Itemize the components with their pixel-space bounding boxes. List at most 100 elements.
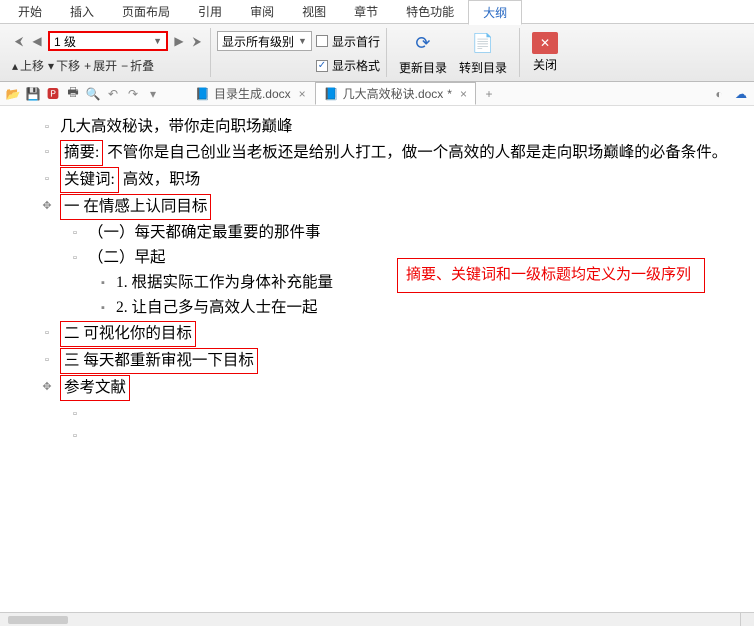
demote-icon[interactable]: ▶ xyxy=(172,34,186,48)
highlighted-heading: 二 可视化你的目标 xyxy=(60,321,196,347)
menu-outline[interactable]: 大纲 xyxy=(468,0,522,25)
chevron-down-icon: ▼ xyxy=(298,36,307,46)
outline-text: 摘要: 不管你是自己创业当老板还是给别人打工，做一个高效的人都是走向职场巅峰的必… xyxy=(60,140,744,166)
outline-symbol-icon: ▪ xyxy=(98,275,108,292)
menu-pagelayout[interactable]: 页面布局 xyxy=(108,0,184,23)
menu-insert[interactable]: 插入 xyxy=(56,0,108,23)
update-toc-button[interactable]: ⟳ 更新目录 xyxy=(393,29,453,76)
outline-row[interactable]: ▫关键词: 高效，职场 xyxy=(42,167,744,193)
open-icon[interactable]: 📂 xyxy=(6,87,20,101)
highlighted-heading: 参考文献 xyxy=(60,375,130,401)
promote-icon[interactable]: ◀ xyxy=(30,34,44,48)
menu-chapter[interactable]: 章节 xyxy=(340,0,392,23)
show-format-label: 显示格式 xyxy=(332,57,380,74)
outline-symbol-icon: ▫ xyxy=(70,428,80,445)
quick-access-toolbar: 📂 💾 🅿 🖶 🔍 ↶ ↷ ▾ 📘 目录生成.docx × 📘 几大高效秘诀.d… xyxy=(0,82,754,106)
show-level-select[interactable]: 显示所有级别▼ xyxy=(217,31,312,51)
outline-text: 二 可视化你的目标 xyxy=(60,321,744,347)
outline-row[interactable]: ▪ 2. 让自己多与高效人士在一起 xyxy=(98,296,744,320)
outline-text: 参考文献 xyxy=(60,375,744,401)
print-preview-icon[interactable]: 🔍 xyxy=(86,87,100,101)
tab-doc-2[interactable]: 📘 几大高效秘诀.docx * × xyxy=(315,82,476,105)
outline-symbol-icon: ✥ xyxy=(42,379,52,396)
menu-start[interactable]: 开始 xyxy=(4,0,56,23)
outline-symbol-icon: ▫ xyxy=(42,119,52,136)
highlighted-heading: 三 每天都重新审视一下目标 xyxy=(60,348,258,374)
outline-row[interactable]: ▫ 三 每天都重新审视一下目标 xyxy=(42,348,744,374)
show-firstline-label: 显示首行 xyxy=(332,33,380,50)
highlighted-label: 摘要: xyxy=(60,140,103,166)
ribbon-group-level: ⮜ ◀ 1 级 ▼ ▶ ⮞ ▴上移 ▾下移 +展开 −折叠 xyxy=(6,28,211,77)
horizontal-scroll-thumb[interactable] xyxy=(8,616,68,624)
tab-doc-1[interactable]: 📘 目录生成.docx × xyxy=(186,82,315,105)
status-bar xyxy=(0,612,754,626)
outline-row[interactable]: ▫ 二 可视化你的目标 xyxy=(42,321,744,347)
outline-row[interactable]: ✥ 参考文献 xyxy=(42,375,744,401)
update-toc-icon: ⟳ xyxy=(409,29,437,57)
highlighted-heading: 一 在情感上认同目标 xyxy=(60,194,211,220)
print-icon[interactable]: 🖶 xyxy=(66,87,80,101)
outline-text-content: 不管你是自己创业当老板还是给别人打工，做一个高效的人都是走向职场巅峰的必备条件。 xyxy=(103,144,727,161)
redo-icon[interactable]: ↷ xyxy=(126,87,140,101)
undo-icon[interactable]: ↶ xyxy=(106,87,120,101)
expand-button[interactable]: +展开 xyxy=(84,57,117,74)
close-outline-button[interactable]: ✕ 关闭 xyxy=(526,32,564,73)
outline-level-value: 1 级 xyxy=(54,33,76,50)
highlighted-label: 关键词: xyxy=(60,167,119,193)
close-tab-icon[interactable]: × xyxy=(460,87,467,101)
close-tab-icon[interactable]: × xyxy=(299,87,306,101)
save-icon[interactable]: 💾 xyxy=(26,87,40,101)
document-tabs: 📘 目录生成.docx × 📘 几大高效秘诀.docx * × + xyxy=(186,82,496,105)
outline-row[interactable]: ▫ xyxy=(70,424,744,445)
vertical-scroll-track[interactable] xyxy=(740,613,754,626)
collapse-button[interactable]: −折叠 xyxy=(121,57,154,74)
document-outline: 摘要、关键词和一级标题均定义为一级序列 ▫ 几大高效秘诀，带你走向职场巅峰 ▫ 摘要:… xyxy=(0,106,754,445)
outline-symbol-icon: ▫ xyxy=(42,352,52,369)
cloud-icon[interactable]: ☁ xyxy=(734,87,748,101)
down-arrow-icon: ▾ xyxy=(48,59,54,73)
demote-all-icon[interactable]: ⮞ xyxy=(190,34,204,48)
menu-view[interactable]: 视图 xyxy=(288,0,340,23)
outline-text: 2. 让自己多与高效人士在一起 xyxy=(116,296,744,320)
minus-icon: − xyxy=(121,59,128,73)
outline-symbol-icon: ▪ xyxy=(98,300,108,317)
outline-symbol-icon: ▫ xyxy=(70,250,80,267)
outline-text: 一 在情感上认同目标 xyxy=(60,194,744,220)
outline-text: 几大高效秘诀，带你走向职场巅峰 xyxy=(60,115,744,139)
move-down-button[interactable]: ▾下移 xyxy=(48,57,80,74)
outline-text-content: 高效，职场 xyxy=(119,171,200,188)
outline-text: 三 每天都重新审视一下目标 xyxy=(60,348,744,374)
promote-all-icon[interactable]: ⮜ xyxy=(12,34,26,48)
outline-row[interactable]: ✥ 一 在情感上认同目标 xyxy=(42,194,744,220)
menu-reference[interactable]: 引用 xyxy=(184,0,236,23)
outline-symbol-icon: ▫ xyxy=(42,144,52,161)
goto-toc-icon: 📄 xyxy=(469,29,497,57)
ribbon: ⮜ ◀ 1 级 ▼ ▶ ⮞ ▴上移 ▾下移 +展开 −折叠 显示所有级别▼ 显示… xyxy=(0,24,754,82)
ribbon-group-toc: ⟳ 更新目录 📄 转到目录 xyxy=(387,28,520,77)
menu-special[interactable]: 特色功能 xyxy=(392,0,468,23)
doc-icon: 📘 xyxy=(324,87,339,101)
outline-symbol-icon: ✥ xyxy=(42,198,52,215)
outline-row[interactable]: ▫ xyxy=(70,402,744,423)
goto-toc-button[interactable]: 📄 转到目录 xyxy=(453,29,513,76)
pin-icon[interactable]: ◐ xyxy=(712,87,726,101)
show-format-checkbox[interactable]: ✓ xyxy=(316,60,328,72)
menu-review[interactable]: 审阅 xyxy=(236,0,288,23)
outline-symbol-icon: ▫ xyxy=(70,225,80,242)
outline-text: （一）每天都确定最重要的那件事 xyxy=(88,221,744,245)
annotation-callout: 摘要、关键词和一级标题均定义为一级序列 xyxy=(397,258,705,293)
close-icon: ✕ xyxy=(532,32,558,54)
outline-symbol-icon: ▫ xyxy=(42,325,52,342)
plus-icon: + xyxy=(84,59,91,73)
up-arrow-icon: ▴ xyxy=(12,59,18,73)
outline-level-select[interactable]: 1 级 ▼ xyxy=(48,31,168,51)
show-firstline-checkbox[interactable] xyxy=(316,35,328,47)
menubar: 开始 插入 页面布局 引用 审阅 视图 章节 特色功能 大纲 xyxy=(0,0,754,24)
export-pdf-icon[interactable]: 🅿 xyxy=(46,87,60,101)
qat-dropdown-icon[interactable]: ▾ xyxy=(146,87,160,101)
move-up-button[interactable]: ▴上移 xyxy=(12,57,44,74)
outline-row[interactable]: ▫ 摘要: 不管你是自己创业当老板还是给别人打工，做一个高效的人都是走向职场巅峰的… xyxy=(42,140,744,166)
new-tab-icon[interactable]: + xyxy=(482,87,496,101)
outline-row[interactable]: ▫ 几大高效秘诀，带你走向职场巅峰 xyxy=(42,115,744,139)
outline-row[interactable]: ▫ （一）每天都确定最重要的那件事 xyxy=(70,221,744,245)
